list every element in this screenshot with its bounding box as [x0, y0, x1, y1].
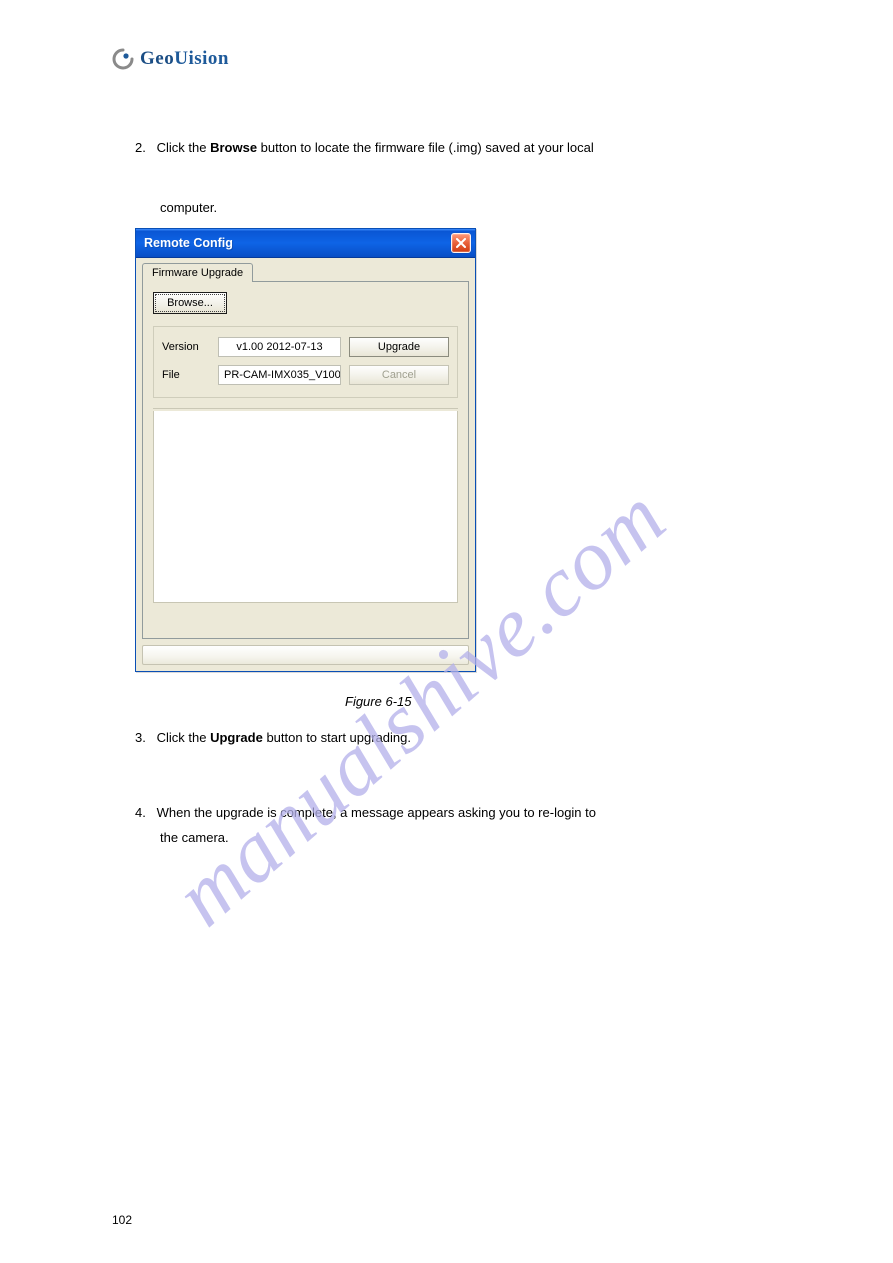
file-label: File	[162, 369, 210, 381]
version-label: Version	[162, 341, 210, 353]
cancel-button: Cancel	[349, 365, 449, 385]
instruction-step-4-cont: the camera.	[160, 830, 229, 845]
version-field: v1.00 2012-07-13	[218, 337, 341, 357]
tab-strip: Firmware Upgrade	[136, 258, 475, 281]
version-row: Version v1.00 2012-07-13 Upgrade	[162, 337, 449, 357]
instruction-step-2: 2. Click the Browse button to locate the…	[135, 140, 594, 155]
page-number: 102	[112, 1213, 132, 1227]
remote-config-dialog: Remote Config Firmware Upgrade Browse...…	[135, 228, 476, 672]
upgrade-button[interactable]: Upgrade	[349, 337, 449, 357]
file-field: PR-CAM-IMX035_V100_	[218, 365, 341, 385]
instruction-step-3: 3. Click the Upgrade button to start upg…	[135, 730, 411, 745]
tab-panel: Browse... Version v1.00 2012-07-13 Upgra…	[142, 281, 469, 639]
close-button[interactable]	[451, 233, 471, 253]
close-icon	[456, 238, 466, 248]
tab-firmware-upgrade[interactable]: Firmware Upgrade	[142, 263, 253, 282]
instruction-step-2-cont: computer.	[160, 200, 680, 215]
titlebar[interactable]: Remote Config	[136, 229, 475, 258]
titlebar-text: Remote Config	[144, 236, 233, 250]
progress-bar	[142, 645, 469, 665]
file-row: File PR-CAM-IMX035_V100_ Cancel	[162, 365, 449, 385]
page-header: GeoUision	[112, 48, 229, 70]
instruction-step-4: 4. When the upgrade is complete, a messa…	[135, 805, 596, 820]
upgrade-group: Version v1.00 2012-07-13 Upgrade File PR…	[153, 326, 458, 398]
figure-caption: Figure 6-15	[345, 694, 411, 709]
geovision-logo-icon	[112, 48, 134, 70]
browse-button[interactable]: Browse...	[153, 292, 227, 314]
log-area-wrap	[153, 408, 458, 603]
brand-name: GeoUision	[140, 48, 229, 70]
log-area	[153, 411, 458, 603]
